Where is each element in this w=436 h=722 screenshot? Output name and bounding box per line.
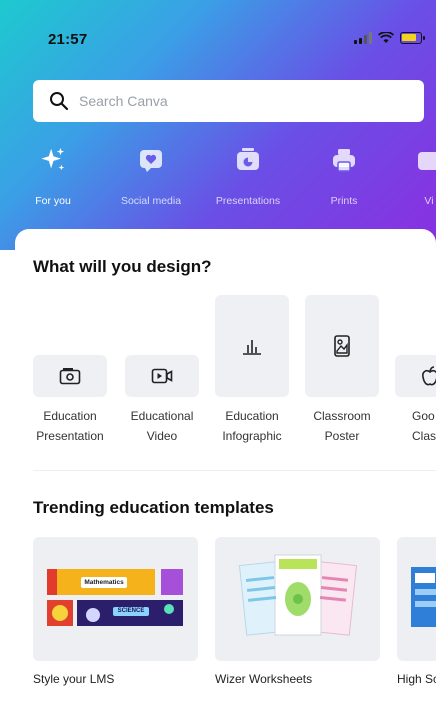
poster-icon [334, 335, 350, 357]
card-tag-science: SCIENCE [117, 608, 145, 614]
design-heading: What will you design? [33, 257, 212, 276]
design-label: Classroom Poster [297, 406, 387, 446]
search-input[interactable]: Search Canva [79, 93, 168, 109]
tab-social-media[interactable]: Social media [106, 140, 196, 212]
design-label-line2: Classr [412, 429, 436, 443]
video-icon [415, 146, 436, 174]
tab-label: Social media [120, 195, 182, 207]
status-time: 21:57 [48, 31, 88, 48]
trending-heading: Trending education templates [33, 498, 274, 517]
tab-presentations[interactable]: Presentations [203, 140, 293, 212]
tab-label: Prints [330, 195, 358, 207]
design-label-line2: Infographic [222, 429, 282, 443]
tab-label: Presentations [215, 195, 281, 207]
section-divider [33, 470, 436, 471]
design-label-line2: Presentation [36, 429, 104, 443]
template-card-style-your-lms[interactable]: Mathematics SCIENCE [33, 537, 198, 661]
worksheet-template-thumbnail [238, 554, 358, 636]
content-sheet: What will you design? Education Presenta… [15, 229, 436, 722]
design-label: Education Presentation [25, 406, 115, 446]
tab-video[interactable]: Vi [384, 140, 436, 212]
printer-icon [330, 146, 358, 174]
lms-template-thumbnail [47, 569, 183, 626]
design-tile-google-classroom[interactable] [395, 355, 436, 397]
battery-icon [400, 32, 425, 44]
tab-for-you[interactable]: For you [8, 140, 98, 212]
design-tile-educational-video[interactable] [125, 355, 199, 397]
design-label: Goo Classr [395, 406, 436, 446]
template-card-wizer-worksheets[interactable] [215, 537, 380, 661]
heart-icon [137, 146, 165, 174]
design-label-line1: Education [225, 409, 279, 423]
design-label-line1: Goo [412, 409, 435, 423]
design-label-line2: Video [146, 429, 178, 443]
tab-label: Vi [424, 195, 434, 207]
tab-prints[interactable]: Prints [299, 140, 389, 212]
design-label-line1: Educational [130, 409, 194, 423]
card-label: High Sc [397, 672, 436, 686]
design-tile-classroom-poster[interactable] [305, 295, 379, 397]
status-icons [354, 32, 425, 44]
video-camera-icon [151, 368, 173, 384]
design-label-line2: Poster [324, 429, 360, 443]
tab-label: For you [35, 195, 71, 207]
category-tabs: For you Social media Presentations Print… [0, 140, 436, 212]
status-bar: 21:57 [0, 28, 436, 52]
highschool-template-thumbnail [411, 567, 436, 627]
search-icon [50, 92, 69, 111]
design-label-line1: Classroom [313, 409, 371, 423]
search-bar[interactable]: Search Canva [33, 80, 424, 122]
template-card-high-school[interactable] [397, 537, 436, 661]
design-tile-education-infographic[interactable] [215, 295, 289, 397]
bar-chart-icon [243, 340, 261, 355]
card-label: Wizer Worksheets [215, 672, 313, 686]
design-tile-education-presentation[interactable] [33, 355, 107, 397]
wifi-icon [378, 32, 394, 43]
sparkle-icon [39, 146, 67, 174]
presentation-icon [234, 146, 262, 174]
signal-icon [354, 32, 372, 44]
header-gradient: 21:57 Search Canva For you Social media … [0, 0, 436, 250]
card-tag-mathematics: Mathematics [84, 579, 124, 586]
design-label: Educational Video [117, 406, 207, 446]
apple-icon [422, 366, 436, 386]
presentation-screen-icon [59, 368, 81, 385]
card-label: Style your LMS [33, 672, 115, 686]
design-label-line1: Education [43, 409, 97, 423]
design-label: Education Infographic [207, 406, 297, 446]
